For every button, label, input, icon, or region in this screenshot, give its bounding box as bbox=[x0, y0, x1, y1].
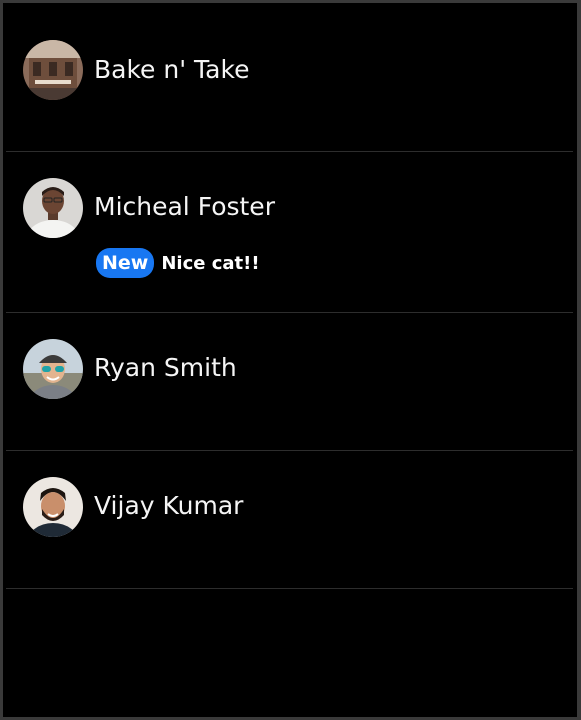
new-badge: New bbox=[96, 248, 155, 278]
conversation-item-ryan-smith[interactable]: Ryan Smith bbox=[6, 313, 573, 451]
contact-name: Ryan Smith bbox=[94, 353, 237, 382]
message-preview: New Nice cat!! bbox=[96, 248, 260, 278]
man-beard-smiling-photo bbox=[23, 477, 83, 537]
conversation-item-bake-n-take[interactable]: Bake n' Take bbox=[6, 6, 573, 152]
conversation-item-vijay-kumar[interactable]: Vijay Kumar bbox=[6, 451, 573, 589]
avatar bbox=[23, 477, 83, 537]
man-white-shirt-photo bbox=[23, 178, 83, 238]
man-sunglasses-cap-photo bbox=[23, 339, 83, 399]
contact-name: Micheal Foster bbox=[94, 192, 275, 221]
bakery-storefront-photo bbox=[23, 40, 83, 100]
contact-name: Bake n' Take bbox=[94, 55, 250, 84]
avatar bbox=[23, 178, 83, 238]
avatar bbox=[23, 40, 83, 100]
window-frame: Bake n' Take Micheal Foster New Nice cat… bbox=[0, 0, 581, 720]
last-message: Nice cat!! bbox=[161, 252, 260, 274]
conversation-item-micheal-foster[interactable]: Micheal Foster New Nice cat!! bbox=[6, 152, 573, 313]
conversation-list: Bake n' Take Micheal Foster New Nice cat… bbox=[6, 6, 573, 589]
contact-name: Vijay Kumar bbox=[94, 491, 244, 520]
avatar bbox=[23, 339, 83, 399]
